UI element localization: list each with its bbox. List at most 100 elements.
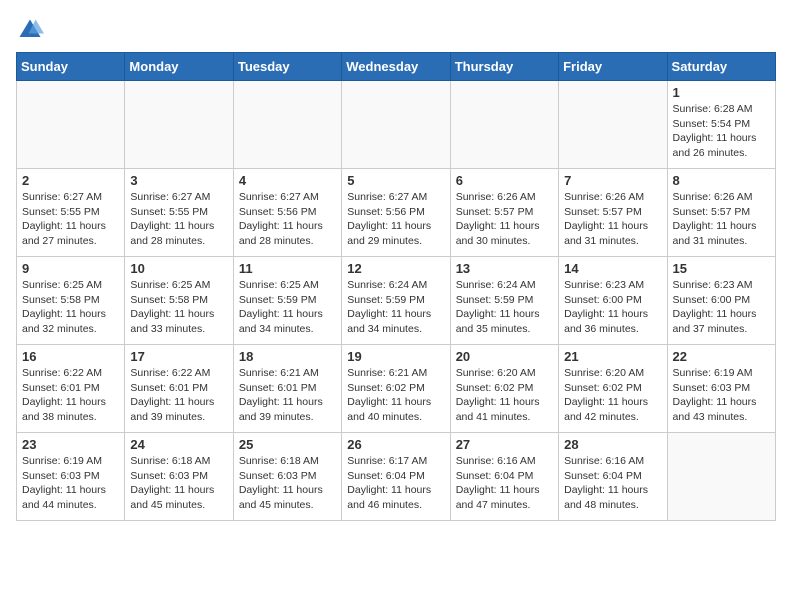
calendar-cell: 27 Sunrise: 6:16 AM Sunset: 6:04 PM Dayli… <box>450 433 558 521</box>
day-number: 12 <box>347 261 444 276</box>
calendar-header-row: SundayMondayTuesdayWednesdayThursdayFrid… <box>17 53 776 81</box>
day-number: 7 <box>564 173 661 188</box>
day-number: 6 <box>456 173 553 188</box>
calendar-week-row: 16 Sunrise: 6:22 AM Sunset: 6:01 PM Dayli… <box>17 345 776 433</box>
day-info: Sunrise: 6:24 AM Sunset: 5:59 PM Dayligh… <box>456 278 553 337</box>
day-number: 23 <box>22 437 119 452</box>
calendar-week-row: 23 Sunrise: 6:19 AM Sunset: 6:03 PM Dayli… <box>17 433 776 521</box>
day-of-week-header: Monday <box>125 53 233 81</box>
day-number: 26 <box>347 437 444 452</box>
day-number: 17 <box>130 349 227 364</box>
day-info: Sunrise: 6:17 AM Sunset: 6:04 PM Dayligh… <box>347 454 444 513</box>
calendar-cell: 1 Sunrise: 6:28 AM Sunset: 5:54 PM Daylig… <box>667 81 775 169</box>
day-number: 8 <box>673 173 770 188</box>
day-number: 5 <box>347 173 444 188</box>
calendar-cell: 5 Sunrise: 6:27 AM Sunset: 5:56 PM Daylig… <box>342 169 450 257</box>
calendar-cell: 16 Sunrise: 6:22 AM Sunset: 6:01 PM Dayli… <box>17 345 125 433</box>
calendar-cell: 13 Sunrise: 6:24 AM Sunset: 5:59 PM Dayli… <box>450 257 558 345</box>
day-info: Sunrise: 6:21 AM Sunset: 6:02 PM Dayligh… <box>347 366 444 425</box>
calendar-cell: 12 Sunrise: 6:24 AM Sunset: 5:59 PM Dayli… <box>342 257 450 345</box>
calendar-cell: 6 Sunrise: 6:26 AM Sunset: 5:57 PM Daylig… <box>450 169 558 257</box>
day-number: 20 <box>456 349 553 364</box>
day-info: Sunrise: 6:26 AM Sunset: 5:57 PM Dayligh… <box>673 190 770 249</box>
day-info: Sunrise: 6:28 AM Sunset: 5:54 PM Dayligh… <box>673 102 770 161</box>
calendar-cell: 10 Sunrise: 6:25 AM Sunset: 5:58 PM Dayli… <box>125 257 233 345</box>
day-info: Sunrise: 6:27 AM Sunset: 5:55 PM Dayligh… <box>130 190 227 249</box>
day-number: 1 <box>673 85 770 100</box>
day-info: Sunrise: 6:24 AM Sunset: 5:59 PM Dayligh… <box>347 278 444 337</box>
calendar-cell: 9Sunrise: 6:25 AM Sunset: 5:58 PM Daylig… <box>17 257 125 345</box>
day-number: 28 <box>564 437 661 452</box>
day-number: 9 <box>22 261 119 276</box>
day-of-week-header: Friday <box>559 53 667 81</box>
calendar-week-row: 2 Sunrise: 6:27 AM Sunset: 5:55 PM Daylig… <box>17 169 776 257</box>
day-of-week-header: Sunday <box>17 53 125 81</box>
day-number: 25 <box>239 437 336 452</box>
day-number: 11 <box>239 261 336 276</box>
day-number: 13 <box>456 261 553 276</box>
day-of-week-header: Wednesday <box>342 53 450 81</box>
day-number: 14 <box>564 261 661 276</box>
day-info: Sunrise: 6:16 AM Sunset: 6:04 PM Dayligh… <box>456 454 553 513</box>
calendar-cell <box>233 81 341 169</box>
page-header <box>16 16 776 44</box>
day-info: Sunrise: 6:20 AM Sunset: 6:02 PM Dayligh… <box>456 366 553 425</box>
calendar-cell: 26 Sunrise: 6:17 AM Sunset: 6:04 PM Dayli… <box>342 433 450 521</box>
day-number: 19 <box>347 349 444 364</box>
calendar-cell: 3 Sunrise: 6:27 AM Sunset: 5:55 PM Daylig… <box>125 169 233 257</box>
calendar-table: SundayMondayTuesdayWednesdayThursdayFrid… <box>16 52 776 521</box>
day-info: Sunrise: 6:16 AM Sunset: 6:04 PM Dayligh… <box>564 454 661 513</box>
day-info: Sunrise: 6:23 AM Sunset: 6:00 PM Dayligh… <box>564 278 661 337</box>
calendar-cell: 20 Sunrise: 6:20 AM Sunset: 6:02 PM Dayli… <box>450 345 558 433</box>
calendar-cell <box>667 433 775 521</box>
calendar-week-row: 9 Sunrise: 6:25 AM Sunset: 5:58 PM Daylig… <box>17 257 776 345</box>
day-of-week-header: Thursday <box>450 53 558 81</box>
calendar-cell: 7 Sunrise: 6:26 AM Sunset: 5:57 PM Daylig… <box>559 169 667 257</box>
calendar-cell: 21 Sunrise: 6:20 AM Sunset: 6:02 PM Dayli… <box>559 345 667 433</box>
calendar-cell <box>17 81 125 169</box>
day-info: Sunrise: 6:26 AM Sunset: 5:57 PM Dayligh… <box>456 190 553 249</box>
day-info: Sunrise: 6:26 AM Sunset: 5:57 PM Dayligh… <box>564 190 661 249</box>
calendar-cell: 14 Sunrise: 6:23 AM Sunset: 6:00 PM Dayli… <box>559 257 667 345</box>
calendar-cell: 4Sunrise: 6:27 AM Sunset: 5:56 PM Daylig… <box>233 169 341 257</box>
day-number: 16 <box>22 349 119 364</box>
day-info: Sunrise: 6:27 AM Sunset: 5:56 PM Dayligh… <box>347 190 444 249</box>
day-of-week-header: Saturday <box>667 53 775 81</box>
day-number: 22 <box>673 349 770 364</box>
day-info: Sunrise: 6:20 AM Sunset: 6:02 PM Dayligh… <box>564 366 661 425</box>
day-info: Sunrise: 6:22 AM Sunset: 6:01 PM Dayligh… <box>22 366 119 425</box>
calendar-cell: 28 Sunrise: 6:16 AM Sunset: 6:04 PM Dayli… <box>559 433 667 521</box>
day-number: 3 <box>130 173 227 188</box>
calendar-cell: 17 Sunrise: 6:22 AM Sunset: 6:01 PM Dayli… <box>125 345 233 433</box>
day-info: Sunrise: 6:25 AM Sunset: 5:59 PM Dayligh… <box>239 278 336 337</box>
day-number: 21 <box>564 349 661 364</box>
calendar-cell <box>559 81 667 169</box>
day-info: Sunrise: 6:18 AM Sunset: 6:03 PM Dayligh… <box>130 454 227 513</box>
day-info: Sunrise: 6:27 AM Sunset: 5:55 PM Dayligh… <box>22 190 119 249</box>
calendar-cell: 25 Sunrise: 6:18 AM Sunset: 6:03 PM Dayli… <box>233 433 341 521</box>
logo-icon <box>16 16 44 44</box>
day-number: 27 <box>456 437 553 452</box>
calendar-cell: 23 Sunrise: 6:19 AM Sunset: 6:03 PM Dayli… <box>17 433 125 521</box>
calendar-week-row: 1 Sunrise: 6:28 AM Sunset: 5:54 PM Daylig… <box>17 81 776 169</box>
day-info: Sunrise: 6:19 AM Sunset: 6:03 PM Dayligh… <box>673 366 770 425</box>
day-number: 10 <box>130 261 227 276</box>
day-number: 24 <box>130 437 227 452</box>
calendar-cell <box>125 81 233 169</box>
calendar-cell: 11 Sunrise: 6:25 AM Sunset: 5:59 PM Dayli… <box>233 257 341 345</box>
day-info: Sunrise: 6:22 AM Sunset: 6:01 PM Dayligh… <box>130 366 227 425</box>
calendar-cell: 15 Sunrise: 6:23 AM Sunset: 6:00 PM Dayli… <box>667 257 775 345</box>
calendar-cell: 2 Sunrise: 6:27 AM Sunset: 5:55 PM Daylig… <box>17 169 125 257</box>
day-number: 15 <box>673 261 770 276</box>
calendar-cell: 8 Sunrise: 6:26 AM Sunset: 5:57 PM Daylig… <box>667 169 775 257</box>
day-info: Sunrise: 6:23 AM Sunset: 6:00 PM Dayligh… <box>673 278 770 337</box>
day-info: Sunrise: 6:25 AM Sunset: 5:58 PM Dayligh… <box>130 278 227 337</box>
day-number: 2 <box>22 173 119 188</box>
calendar-cell <box>450 81 558 169</box>
day-info: Sunrise: 6:19 AM Sunset: 6:03 PM Dayligh… <box>22 454 119 513</box>
calendar-cell: 24 Sunrise: 6:18 AM Sunset: 6:03 PM Dayli… <box>125 433 233 521</box>
calendar-cell: 22 Sunrise: 6:19 AM Sunset: 6:03 PM Dayli… <box>667 345 775 433</box>
day-info: Sunrise: 6:18 AM Sunset: 6:03 PM Dayligh… <box>239 454 336 513</box>
day-number: 4 <box>239 173 336 188</box>
calendar-cell: 18Sunrise: 6:21 AM Sunset: 6:01 PM Dayli… <box>233 345 341 433</box>
